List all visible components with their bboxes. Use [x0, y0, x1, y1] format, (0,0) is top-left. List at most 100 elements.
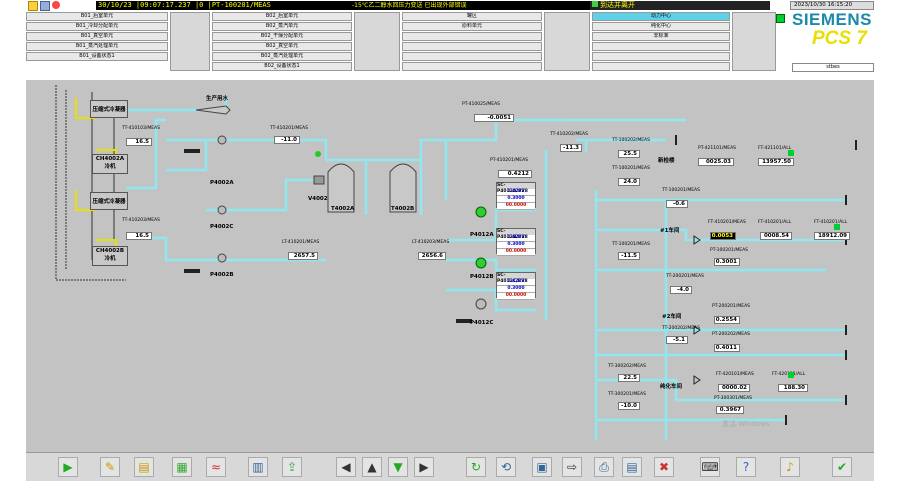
group-b01-1[interactable]: B01_后室单元 — [26, 12, 168, 21]
arrow-left-icon[interactable]: ◀ — [336, 457, 356, 477]
group-blank-3[interactable] — [402, 52, 542, 61]
new-v2-value[interactable]: 24.0 — [618, 178, 640, 186]
arrow-right-icon[interactable]: ▶ — [414, 457, 434, 477]
group-blank-2[interactable] — [402, 42, 542, 51]
faceplate-p4012c[interactable]: SC-P4012C/PV8 0.4212 0.3000 00.0000 — [496, 272, 536, 300]
alarm-line[interactable]: 30/10/23 |09:07:17.237 |0 |PT-100201/MEA… — [96, 1, 350, 10]
group-power-center[interactable]: 动力中心 — [592, 12, 730, 21]
chiller-ch4002a[interactable]: CH4002A 冷机 — [92, 154, 128, 174]
ws2-v3-value[interactable]: -5.1 — [666, 336, 688, 344]
pump-p4002b-label: P4002B — [210, 272, 234, 278]
ws2-v4-value[interactable]: 0.4011 — [714, 344, 740, 352]
lt1-tag: LT-410201/MEAS — [282, 240, 320, 245]
ack-text: 到达并离开 — [600, 1, 635, 9]
ws1-v2-tag: TT-100201/MEAS — [612, 242, 650, 247]
arrow-up-icon[interactable]: ▲ — [362, 457, 382, 477]
help-icon[interactable]: ? — [736, 457, 756, 477]
pure-v2-value[interactable]: -10.0 — [618, 402, 640, 410]
refresh-icon[interactable]: ↻ — [466, 457, 486, 477]
ws1-v1-value[interactable]: -0.6 — [666, 200, 688, 208]
fp2-v2: 0.3000 — [497, 242, 535, 249]
tt3-value[interactable]: -11.0 — [274, 136, 300, 144]
overview-grid-icon[interactable]: ▦ — [172, 457, 192, 477]
user-box: stbes — [792, 63, 874, 72]
group-b02-3[interactable]: B02_干燥分配单元 — [212, 32, 352, 41]
chiller-ch4002b[interactable]: CH4002B 冷机 — [92, 246, 128, 266]
tt2-value[interactable]: 16.5 — [126, 232, 152, 240]
group-blank-7[interactable] — [592, 62, 730, 71]
home-icon[interactable] — [28, 1, 38, 11]
ws1-v4-value[interactable]: 0.0053 — [710, 232, 736, 240]
new-v4-value[interactable]: 13957.50 — [758, 158, 794, 166]
ws1-v5-value[interactable]: 0008.54 — [760, 232, 792, 240]
faceplate-p4012a[interactable]: SC-P4012A/PV8 0.4212 0.3000 00.0000 — [496, 182, 536, 210]
windows-watermark: 激活 Windows — [722, 420, 770, 428]
group-b02-1[interactable]: B02_后室单元 — [212, 12, 352, 21]
group-b02-4[interactable]: B02_真空单元 — [212, 42, 352, 51]
group-raw[interactable]: 原料单元 — [402, 22, 542, 31]
new-v1-value[interactable]: 25.5 — [618, 150, 640, 158]
pure-v1-value[interactable]: 22.5 — [618, 374, 640, 382]
group-b01-2[interactable]: B01_冷却分配单元 — [26, 22, 168, 31]
pure-status-icon — [788, 372, 794, 378]
ack-banner[interactable]: 到达并离开 — [590, 1, 770, 10]
group-b01-5[interactable]: B01_设备状态1 — [26, 52, 168, 61]
group-blank-5[interactable] — [592, 42, 730, 51]
ws2-v1-value[interactable]: -4.0 — [670, 286, 692, 294]
group-purify-center[interactable]: 纯化中心 — [592, 22, 730, 31]
play-icon[interactable]: ▶ — [58, 457, 78, 477]
group-nonstandard[interactable]: 非标准 — [592, 32, 730, 41]
ws2-v3-tag: TT-200202/MEAS — [662, 326, 700, 331]
save-icon[interactable]: ▤ — [622, 457, 642, 477]
picture-icon[interactable]: ▣ — [532, 457, 552, 477]
arrow-down-icon[interactable]: ▼ — [388, 457, 408, 477]
ws1-v6-value[interactable]: 18912.09 — [814, 232, 850, 240]
green-status-icon — [776, 14, 785, 23]
keyboard-icon[interactable]: ⌨ — [700, 457, 720, 477]
faceplate-p4012b[interactable]: SC-P4012B/PV8 0.4212 0.3000 00.0000 — [496, 228, 536, 256]
pure-v5-value[interactable]: 0.3967 — [716, 406, 744, 414]
group-b01-3[interactable]: B01_真空单元 — [26, 32, 168, 41]
new-v3-tag: PT-421101/MEAS — [698, 146, 737, 151]
pure-v4-value[interactable]: 188.30 — [778, 384, 808, 392]
group-blank-6[interactable] — [592, 52, 730, 61]
pt1-value[interactable]: -0.0051 — [474, 114, 514, 122]
export-icon[interactable]: ⇪ — [282, 457, 302, 477]
forward-icon[interactable]: ⇨ — [562, 457, 582, 477]
chiller-condenser-a[interactable]: 压缩式冷凝器 — [90, 100, 128, 118]
ws1-v2-value[interactable]: -11.5 — [618, 252, 640, 260]
pump-p4012b-label: P4012B — [470, 274, 494, 280]
acknowledge-icon[interactable]: ✔ — [832, 457, 852, 477]
group-b01-4[interactable]: B01_蒸汽处理单元 — [26, 42, 168, 51]
lt1-value[interactable]: 2657.5 — [288, 252, 318, 260]
delete-icon[interactable]: ✖ — [654, 457, 674, 477]
tt1-value[interactable]: 16.5 — [126, 138, 152, 146]
lt2-value[interactable]: 2656.6 — [418, 252, 446, 260]
group-b02-2[interactable]: B02_蒸汽单元 — [212, 22, 352, 31]
group-tank[interactable]: 罐区 — [402, 12, 542, 21]
tools-icon[interactable]: ✎ — [100, 457, 120, 477]
group-b02-5[interactable]: B02_蒸汽处理单元 — [212, 52, 352, 61]
trend-icon[interactable]: ≈ — [206, 457, 226, 477]
report-icon[interactable]: ▥ — [248, 457, 268, 477]
overview-icon[interactable] — [40, 1, 50, 11]
alarm-time: 09:07:17.237 — [140, 1, 191, 9]
sound-icon[interactable]: ♪ — [780, 457, 800, 477]
tt4-value[interactable]: -11.3 — [560, 144, 582, 152]
pure-v3-value[interactable]: 0000.02 — [718, 384, 750, 392]
group-blank-1[interactable] — [402, 32, 542, 41]
ws1-v3-value[interactable]: 0.3001 — [714, 258, 740, 266]
loop-icon[interactable]: ⟲ — [496, 457, 516, 477]
chiller-condenser-b[interactable]: 压缩式冷凝器 — [90, 192, 128, 210]
pump-p4012a-label: P4012A — [470, 232, 494, 238]
pt2-value[interactable]: 0.4212 — [498, 170, 532, 178]
group-blank-4[interactable] — [402, 62, 542, 71]
group-b02-6[interactable]: B02_设备状态1 — [212, 62, 352, 71]
ws2-v2-value[interactable]: 0.2554 — [714, 316, 740, 324]
document-icon[interactable]: ▤ — [134, 457, 154, 477]
siemens-logo: SIEMENS — [792, 10, 873, 29]
alarm-message[interactable]: -15℃乙二醇水回压力变送 已出现外部错误 — [350, 1, 590, 10]
alarm-icon[interactable] — [52, 1, 60, 9]
new-v3-value[interactable]: 0025.03 — [698, 158, 734, 166]
print-icon[interactable]: ⎙ — [594, 457, 614, 477]
